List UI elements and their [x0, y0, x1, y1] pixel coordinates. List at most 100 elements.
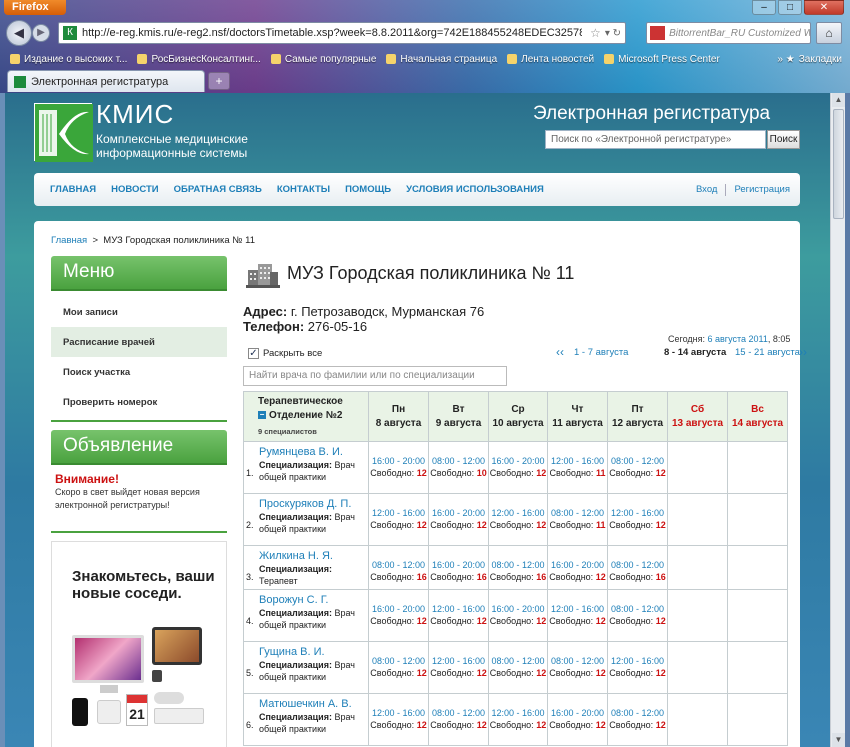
slot-time[interactable]: 08:00 - 12:00 [548, 656, 607, 666]
schedule-slot[interactable]: 12:00 - 16:00 Свободно: 12 [368, 693, 429, 746]
slot-time[interactable]: 12:00 - 16:00 [429, 604, 488, 614]
nav-news[interactable]: НОВОСТИ [111, 184, 159, 195]
bookmark-item[interactable]: Лента новостей [507, 54, 594, 65]
slot-time[interactable]: 08:00 - 12:00 [489, 656, 547, 666]
slot-time[interactable]: 08:00 - 12:00 [429, 456, 488, 466]
slot-time[interactable]: 08:00 - 12:00 [608, 456, 667, 466]
firefox-menu-button[interactable]: Firefox [4, 0, 66, 15]
schedule-slot[interactable]: 08:00 - 12:00 Свободно: 12 [488, 641, 548, 694]
slot-time[interactable]: 12:00 - 16:00 [489, 708, 547, 718]
sidebar-item-find-district[interactable]: Поиск участка [51, 357, 227, 387]
schedule-slot[interactable]: 12:00 - 16:00 Свободно: 11 [547, 441, 608, 494]
sidebar-item-my-records[interactable]: Мои записи [51, 297, 227, 327]
schedule-slot[interactable]: 08:00 - 12:00 Свободно: 12 [607, 441, 668, 494]
slot-time[interactable]: 12:00 - 16:00 [369, 708, 428, 718]
schedule-slot[interactable]: 12:00 - 16:00 Свободно: 12 [368, 493, 429, 546]
expand-all-checkbox[interactable]: ✓ Раскрыть все [248, 348, 322, 359]
slot-time[interactable]: 08:00 - 12:00 [489, 560, 547, 570]
scroll-up-icon[interactable]: ▲ [832, 93, 845, 107]
page-scrollbar[interactable]: ▲ ▼ [830, 93, 845, 747]
bookmark-star-icon[interactable]: ☆ [590, 26, 605, 40]
back-button[interactable]: ◀ [6, 20, 32, 46]
schedule-slot[interactable]: 12:00 - 16:00 Свободно: 12 [428, 641, 489, 694]
kmis-logo[interactable] [34, 103, 93, 162]
doctor-name-link[interactable]: Румянцева В. И. [247, 446, 366, 458]
schedule-slot[interactable]: 12:00 - 16:00 Свободно: 12 [428, 589, 489, 642]
bookmark-item[interactable]: Начальная страница [386, 54, 497, 65]
doctor-name-link[interactable]: Матюшечкин А. В. [247, 698, 366, 710]
department-header[interactable]: Терапевтическое − Отделение №2 9 специали… [243, 391, 369, 442]
prev-week-link[interactable]: 1 - 7 августа [574, 347, 628, 358]
doctor-name-link[interactable]: Проскуряков Д. П. [247, 498, 366, 510]
collapse-icon[interactable]: − [258, 410, 266, 419]
register-link[interactable]: Регистрация [734, 184, 790, 195]
slot-time[interactable]: 08:00 - 12:00 [548, 508, 607, 518]
schedule-slot[interactable]: 08:00 - 12:00 Свободно: 16 [607, 545, 668, 590]
doctor-search-input[interactable]: Найти врача по фамилии или по специализа… [243, 366, 507, 386]
nav-help[interactable]: ПОМОЩЬ [345, 184, 391, 195]
schedule-slot[interactable]: 16:00 - 20:00 Свободно: 12 [488, 441, 548, 494]
slot-time[interactable]: 12:00 - 16:00 [489, 508, 547, 518]
nav-terms[interactable]: УСЛОВИЯ ИСПОЛЬЗОВАНИЯ [406, 184, 544, 195]
reload-icon[interactable]: ▾ ↻ [605, 28, 625, 39]
slot-time[interactable]: 12:00 - 16:00 [548, 456, 607, 466]
doctor-name-link[interactable]: Ворожун С. Г. [247, 594, 366, 606]
browser-search-field[interactable]: BittorrentBar_RU Customized We [646, 22, 811, 44]
slot-time[interactable]: 08:00 - 12:00 [608, 708, 667, 718]
schedule-slot[interactable]: 12:00 - 16:00 Свободно: 12 [607, 493, 668, 546]
breadcrumb-home[interactable]: Главная [51, 235, 87, 246]
nav-feedback[interactable]: ОБРАТНАЯ СВЯЗЬ [174, 184, 262, 195]
nav-contacts[interactable]: КОНТАКТЫ [277, 184, 330, 195]
schedule-slot[interactable]: 16:00 - 20:00 Свободно: 12 [547, 693, 608, 746]
schedule-slot[interactable]: 08:00 - 12:00 Свободно: 12 [428, 693, 489, 746]
checkbox-checked-icon[interactable]: ✓ [248, 348, 259, 359]
slot-time[interactable]: 16:00 - 20:00 [429, 560, 488, 570]
next-week-icon[interactable]: ›› [799, 345, 807, 359]
minimize-icon[interactable]: – [752, 0, 776, 15]
schedule-slot[interactable]: 08:00 - 12:00 Свободно: 12 [368, 641, 429, 694]
next-week-link[interactable]: 15 - 21 августа [735, 347, 800, 358]
prev-week-icon[interactable]: ‹‹ [556, 345, 564, 359]
schedule-slot[interactable]: 16:00 - 20:00 Свободно: 12 [368, 589, 429, 642]
site-search-button[interactable]: Поиск [767, 130, 800, 149]
slot-time[interactable]: 16:00 - 20:00 [489, 604, 547, 614]
tab-active[interactable]: Электронная регистратура [7, 70, 205, 92]
nav-home[interactable]: ГЛАВНАЯ [50, 184, 96, 195]
schedule-slot[interactable]: 08:00 - 12:00 Свободно: 12 [607, 693, 668, 746]
sidebar-item-doctor-schedule[interactable]: Расписание врачей [51, 327, 227, 357]
maximize-icon[interactable]: □ [778, 0, 802, 15]
slot-time[interactable]: 16:00 - 20:00 [548, 560, 607, 570]
schedule-slot[interactable]: 16:00 - 20:00 Свободно: 12 [368, 441, 429, 494]
scroll-down-icon[interactable]: ▼ [832, 733, 845, 747]
doctor-name-link[interactable]: Жилкина Н. Я. [247, 550, 366, 562]
schedule-slot[interactable]: 16:00 - 20:00 Свободно: 12 [488, 589, 548, 642]
close-icon[interactable]: ✕ [804, 0, 844, 15]
schedule-slot[interactable]: 08:00 - 12:00 Свободно: 12 [607, 589, 668, 642]
schedule-slot[interactable]: 12:00 - 16:00 Свободно: 12 [547, 589, 608, 642]
schedule-slot[interactable]: 08:00 - 12:00 Свободно: 16 [368, 545, 429, 590]
slot-time[interactable]: 08:00 - 12:00 [369, 560, 428, 570]
bookmark-item[interactable]: Microsoft Press Center [604, 54, 720, 65]
site-search-input[interactable]: Поиск по «Электронной регистратуре» [545, 130, 766, 149]
schedule-slot[interactable]: 16:00 - 20:00 Свободно: 12 [428, 493, 489, 546]
slot-time[interactable]: 08:00 - 12:00 [608, 560, 667, 570]
slot-time[interactable]: 12:00 - 16:00 [369, 508, 428, 518]
scroll-thumb[interactable] [833, 109, 844, 219]
promo-banner[interactable]: Знакомьтесь, ваши новые соседи. 21 [51, 541, 227, 747]
bookmark-item[interactable]: РосБизнесКонсалтинг... [137, 54, 261, 65]
slot-time[interactable]: 12:00 - 16:00 [548, 604, 607, 614]
schedule-slot[interactable]: 08:00 - 12:00 Свободно: 11 [547, 493, 608, 546]
login-link[interactable]: Вход [696, 184, 718, 195]
slot-time[interactable]: 16:00 - 20:00 [429, 508, 488, 518]
schedule-slot[interactable]: 12:00 - 16:00 Свободно: 12 [488, 693, 548, 746]
new-tab-button[interactable]: + [208, 72, 230, 90]
slot-time[interactable]: 08:00 - 12:00 [369, 656, 428, 666]
schedule-slot[interactable]: 08:00 - 12:00 Свободно: 10 [428, 441, 489, 494]
slot-time[interactable]: 16:00 - 20:00 [548, 708, 607, 718]
schedule-slot[interactable]: 16:00 - 20:00 Свободно: 12 [547, 545, 608, 590]
address-bar[interactable]: К http://e-reg.kmis.ru/e-reg2.nsf/doctor… [58, 22, 626, 44]
forward-button[interactable]: ▶ [32, 24, 50, 42]
slot-time[interactable]: 12:00 - 16:00 [429, 656, 488, 666]
home-button[interactable]: ⌂ [816, 22, 842, 44]
bookmark-item[interactable]: Самые популярные [270, 54, 376, 65]
